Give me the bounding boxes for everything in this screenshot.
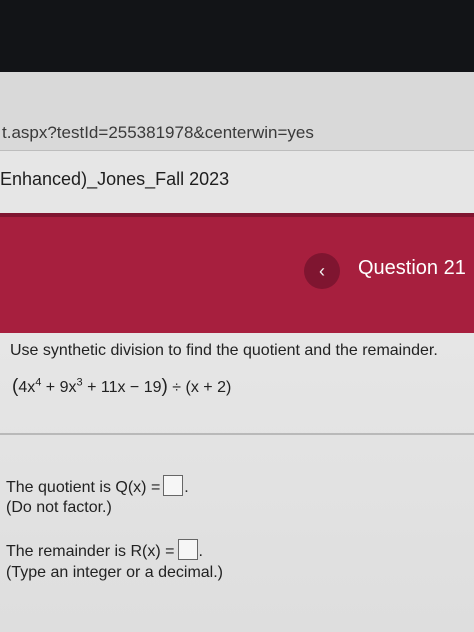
quotient-input[interactable] bbox=[163, 475, 184, 496]
divisor: ÷ (x + 2) bbox=[167, 379, 232, 396]
remainder-input[interactable] bbox=[177, 539, 198, 560]
remainder-hint: (Type an integer or a decimal.) bbox=[6, 564, 223, 581]
term-4x4: 4x bbox=[18, 379, 36, 396]
quotient-row: The quotient is Q(x) =. bbox=[6, 475, 189, 497]
term-9x3: 9x bbox=[59, 379, 77, 396]
course-header: Enhanced)_Jones_Fall 2023 bbox=[0, 151, 474, 213]
address-bar[interactable]: t.aspx?testId=255381978&centerwin=yes bbox=[0, 72, 474, 151]
question-number: Question 21 bbox=[358, 257, 466, 279]
remainder-row: The remainder is R(x) =. bbox=[6, 539, 203, 561]
monitor-bezel bbox=[0, 0, 474, 72]
polynomial-expression: (4x4 + 9x3 + 11x − 19) ÷ (x + 2) bbox=[12, 376, 231, 398]
plus-sign: + bbox=[41, 379, 60, 396]
quotient-hint: (Do not factor.) bbox=[6, 499, 112, 516]
question-prompt: Use synthetic division to find the quoti… bbox=[10, 342, 438, 359]
section-divider bbox=[0, 433, 474, 435]
remainder-label: The remainder is R(x) = bbox=[6, 543, 175, 560]
url-text[interactable]: t.aspx?testId=255381978&centerwin=yes bbox=[2, 123, 314, 143]
chevron-left-icon: ‹ bbox=[319, 261, 325, 281]
quotient-period: . bbox=[184, 479, 189, 496]
remainder-period: . bbox=[198, 543, 203, 560]
quotient-label: The quotient is Q(x) = bbox=[6, 479, 161, 496]
course-title: Enhanced)_Jones_Fall 2023 bbox=[0, 169, 230, 189]
browser-screen: t.aspx?testId=255381978&centerwin=yes En… bbox=[0, 72, 474, 632]
question-banner: ‹ Question 21 bbox=[0, 213, 474, 333]
remaining-terms: + 11x − 19 bbox=[82, 379, 162, 396]
previous-question-button[interactable]: ‹ bbox=[304, 253, 340, 289]
